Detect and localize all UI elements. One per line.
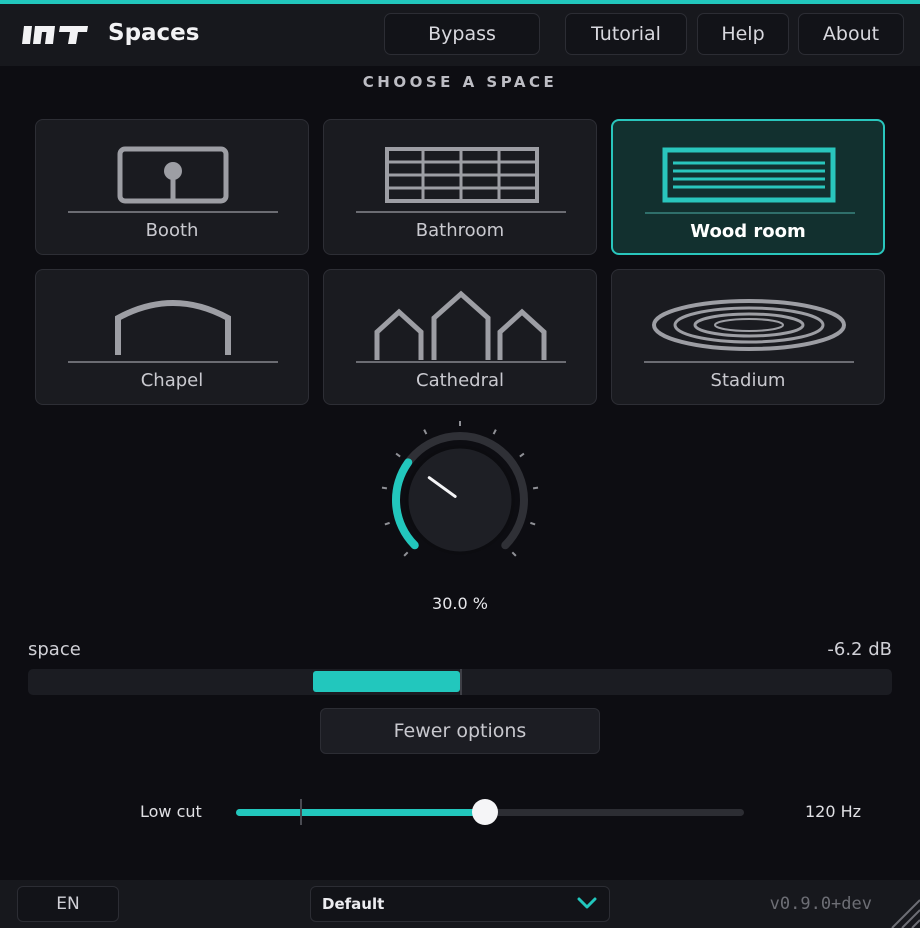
space-db-value: -6.2 dB (827, 639, 892, 660)
low-cut-slider-fill (236, 809, 485, 816)
knob-tick (519, 452, 525, 458)
tile-label: Stadium (710, 370, 786, 391)
tile-label: Bathroom (415, 220, 505, 241)
space-label: space (28, 639, 81, 660)
space-tile-stadium[interactable]: Stadium (611, 269, 885, 405)
knob-tick (511, 551, 517, 557)
fewer-options-button[interactable]: Fewer options (320, 708, 600, 754)
knob-tick (395, 452, 401, 458)
app-title: Spaces (108, 20, 200, 46)
choose-space-title: CHOOSE A SPACE (362, 73, 558, 91)
low-cut-value: 120 Hz (805, 802, 862, 821)
help-button[interactable]: Help (697, 13, 789, 55)
amount-knob[interactable] (380, 420, 540, 580)
knob-tick (530, 521, 536, 526)
int-logo-icon (22, 26, 88, 44)
knob-tick (384, 521, 390, 526)
knob-tick (492, 429, 497, 435)
space-tile-bathroom[interactable]: Bathroom (323, 119, 597, 255)
knob-tick (423, 429, 428, 435)
tile-label: Booth (145, 220, 199, 241)
knob-tick (403, 551, 409, 557)
space-meter-fill (313, 671, 460, 692)
space-tile-booth[interactable]: Booth (35, 119, 309, 255)
tile-label: Chapel (140, 370, 204, 391)
knob-body (405, 445, 515, 555)
preset-label: Default (322, 895, 385, 913)
tile-label: Wood room (690, 221, 806, 242)
space-tile-chapel[interactable]: Chapel (35, 269, 309, 405)
low-cut-default-marker (300, 799, 302, 825)
preset-dropdown[interactable]: Default (310, 886, 610, 922)
chevron-down-icon (577, 897, 597, 909)
low-cut-slider-thumb[interactable] (471, 799, 498, 825)
header-bar: Spaces Bypass Tutorial Help About (0, 4, 920, 66)
about-button[interactable]: About (798, 13, 904, 55)
resize-grip-icon[interactable] (882, 890, 920, 928)
space-meter[interactable] (28, 669, 892, 695)
tile-label: Cathedral (416, 370, 504, 391)
space-meter-marker (460, 669, 462, 695)
language-button[interactable]: EN (17, 886, 119, 922)
space-tile-wood-room[interactable]: Wood room (611, 119, 885, 255)
low-cut-label: Low cut (140, 802, 202, 821)
version-label: v0.9.0+dev (769, 894, 872, 914)
knob-value: 30.0 % (432, 594, 488, 613)
space-tile-cathedral[interactable]: Cathedral (323, 269, 597, 405)
knob-tick (381, 486, 388, 490)
tutorial-button[interactable]: Tutorial (565, 13, 687, 55)
bypass-button[interactable]: Bypass (384, 13, 540, 55)
knob-tick (532, 486, 539, 490)
